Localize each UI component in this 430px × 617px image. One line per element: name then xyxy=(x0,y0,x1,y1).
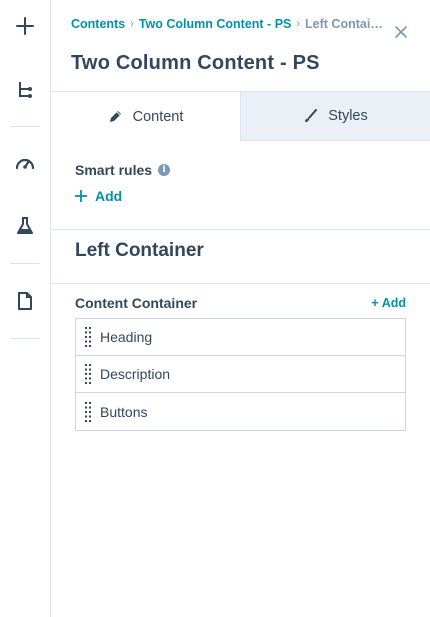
list-item[interactable]: Description xyxy=(76,356,405,393)
smart-rules-heading: Smart rules i xyxy=(75,162,171,178)
panel-header: Contents › Two Column Content - PS › Lef… xyxy=(51,0,430,92)
tree-structure-icon xyxy=(19,82,32,98)
flask-icon xyxy=(17,217,33,234)
drag-handle-icon[interactable] xyxy=(76,393,100,430)
close-icon[interactable] xyxy=(394,25,408,39)
section-divider xyxy=(51,283,430,284)
list-item-label: Buttons xyxy=(100,403,148,420)
rail-divider xyxy=(10,126,40,127)
chevron-right-icon: › xyxy=(130,18,134,30)
left-rail xyxy=(0,0,51,617)
module-editor-panel: Contents › Two Column Content - PS › Lef… xyxy=(51,0,430,617)
chevron-right-icon: › xyxy=(296,18,301,30)
add-smart-rule-button[interactable]: Add xyxy=(75,188,122,204)
section-divider xyxy=(51,229,430,230)
list-item-label: Heading xyxy=(100,329,153,345)
smart-rules-label: Smart rules xyxy=(75,162,153,178)
tab-content-label: Content xyxy=(132,108,184,125)
list-item-label: Description xyxy=(100,366,171,382)
breadcrumb-contents[interactable]: Contents xyxy=(71,17,125,31)
drag-handle-icon[interactable] xyxy=(76,356,100,393)
breadcrumb: Contents › Two Column Content - PS › Lef… xyxy=(71,17,383,31)
breadcrumb-two-column-content[interactable]: Two Column Content - PS xyxy=(139,17,292,31)
structure-button[interactable] xyxy=(0,70,50,110)
add-content-item-button[interactable]: + Add xyxy=(371,296,406,310)
list-item[interactable]: Heading xyxy=(76,319,405,356)
rail-divider xyxy=(10,263,40,264)
content-container-list: Heading Description Buttons xyxy=(75,318,406,431)
test-button[interactable] xyxy=(0,206,50,246)
tab-content[interactable]: Content xyxy=(51,92,241,141)
pencil-icon xyxy=(109,111,121,122)
content-container-label: Content Container xyxy=(75,295,198,311)
speedometer-icon xyxy=(15,158,35,170)
tab-styles[interactable]: Styles xyxy=(241,92,430,141)
plus-icon xyxy=(75,190,87,202)
list-item[interactable]: Buttons xyxy=(76,393,405,430)
panel-title: Two Column Content - PS xyxy=(71,52,320,74)
optimize-button[interactable] xyxy=(0,143,50,183)
tab-bar: Content Styles xyxy=(51,92,430,141)
info-icon[interactable]: i xyxy=(158,164,171,176)
rail-divider xyxy=(10,338,40,339)
plus-icon xyxy=(16,17,34,35)
tab-styles-label: Styles xyxy=(328,108,368,124)
drag-handle-icon[interactable] xyxy=(76,319,100,356)
breadcrumb-current: Left Contai… xyxy=(305,17,383,31)
content-tab-body: Smart rules i Add Left Container Content… xyxy=(51,141,430,617)
section-title: Left Container xyxy=(75,240,204,261)
add-module-button[interactable] xyxy=(0,6,50,46)
document-icon xyxy=(18,292,32,310)
brush-icon xyxy=(305,108,318,122)
add-smart-rule-label: Add xyxy=(95,188,123,204)
page-settings-button[interactable] xyxy=(0,281,50,321)
